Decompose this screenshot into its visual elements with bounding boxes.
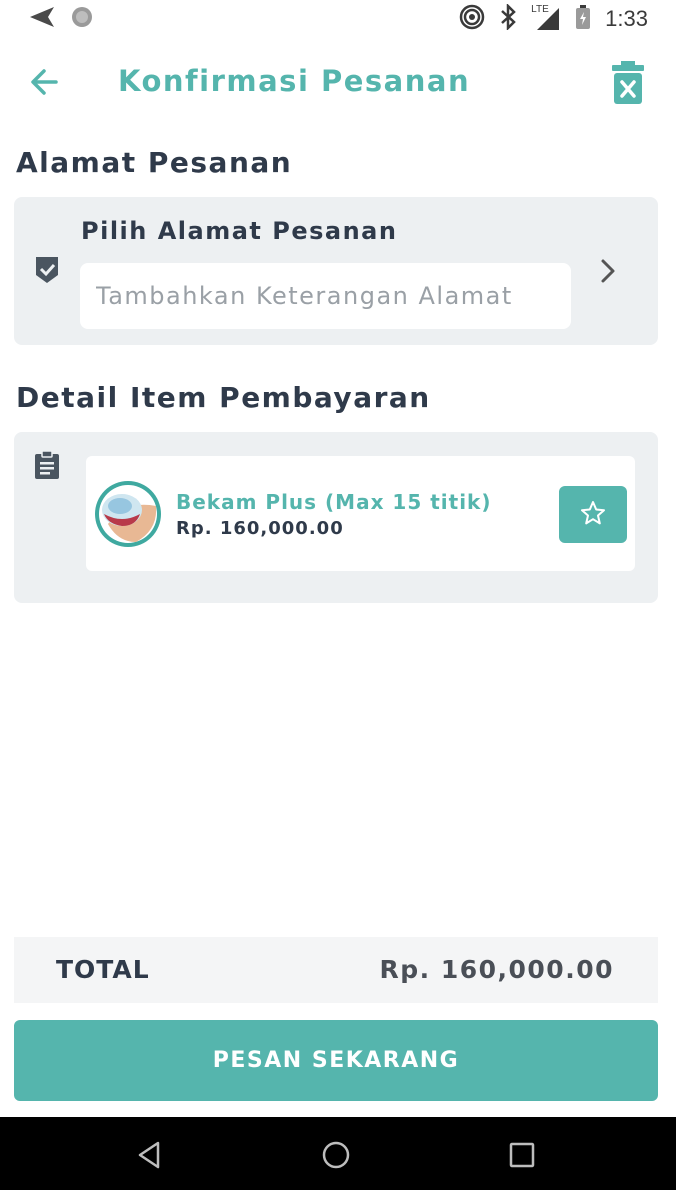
battery-icon [575,4,591,34]
select-address-label[interactable]: Pilih Alamat Pesanan [81,217,397,245]
item-name: Bekam Plus (Max 15 titik) [176,490,492,514]
address-card[interactable]: Pilih Alamat Pesanan [14,197,658,345]
signal-icon: LTE [531,4,561,32]
status-bar: LTE 1:33 [0,0,676,38]
app-bar: Konfirmasi Pesanan [0,42,676,122]
chevron-right-icon[interactable] [598,257,618,289]
address-section-title: Alamat Pesanan [16,146,293,179]
favorite-button[interactable] [559,486,627,543]
payment-section-title: Detail Item Pembayaran [16,381,431,414]
nav-recents-icon[interactable] [506,1139,538,1171]
item-price: Rp. 160,000.00 [176,518,344,539]
total-label: TOTAL [56,955,150,984]
order-now-button[interactable]: PESAN SEKARANG [14,1020,658,1101]
clipboard-icon [34,450,60,484]
address-note-input[interactable] [80,263,571,329]
nav-back-icon[interactable] [134,1139,166,1171]
bekam-product-icon [94,480,162,552]
nav-home-icon[interactable] [320,1139,352,1171]
circle-dot-icon [70,5,94,33]
star-outline-icon [580,500,606,530]
total-value: Rp. 160,000.00 [379,955,614,984]
trash-icon[interactable] [608,60,648,106]
list-item[interactable]: Bekam Plus (Max 15 titik) Rp. 160,000.00 [86,456,635,571]
send-icon [28,6,56,32]
nav-bar [0,1117,676,1190]
back-arrow-icon[interactable] [26,62,66,102]
hotspot-icon [459,4,485,34]
check-shield-icon [34,255,60,289]
clock-time: 1:33 [605,6,648,31]
total-bar: TOTAL Rp. 160,000.00 [14,937,658,1003]
page-title: Konfirmasi Pesanan [118,64,471,98]
payment-card: Bekam Plus (Max 15 titik) Rp. 160,000.00 [14,432,658,603]
bluetooth-icon [499,2,517,34]
